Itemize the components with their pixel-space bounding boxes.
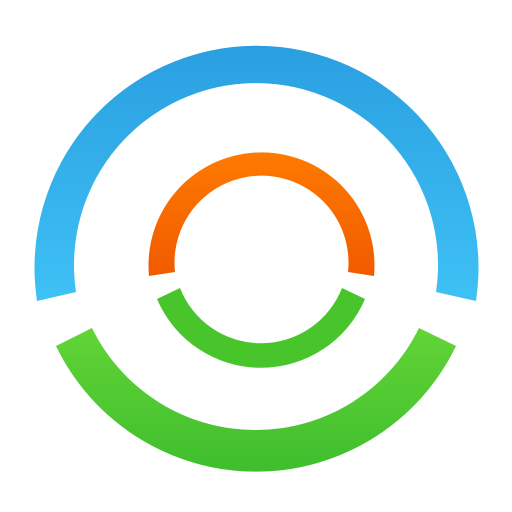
logo-canvas (0, 0, 512, 512)
inner-ring-top-arc (148, 152, 375, 276)
concentric-ring-logo-icon (34, 45, 479, 472)
inner-ring-bottom-arc (157, 288, 365, 368)
